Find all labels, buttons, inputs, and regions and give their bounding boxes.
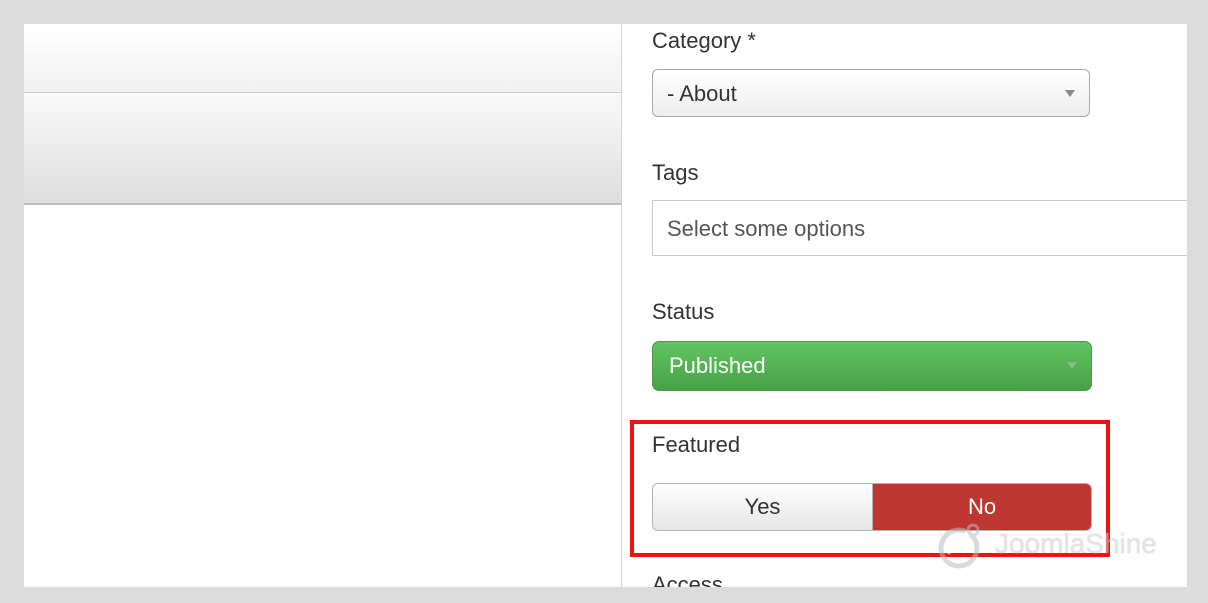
tags-input[interactable]: Select some options bbox=[652, 200, 1187, 256]
tags-label: Tags bbox=[652, 160, 699, 185]
tab-bar-top bbox=[24, 24, 622, 93]
status-value: Published bbox=[669, 353, 766, 378]
chevron-down-icon bbox=[1067, 362, 1077, 369]
featured-label: Featured bbox=[652, 432, 741, 457]
joomlashine-logo-icon bbox=[938, 523, 980, 569]
left-column bbox=[24, 24, 622, 587]
access-label: Access bbox=[652, 572, 723, 587]
chevron-down-icon bbox=[1065, 90, 1075, 97]
details-sidebar: Category * - About Tags Select some opti… bbox=[622, 24, 1187, 587]
status-select[interactable]: Published bbox=[652, 341, 1092, 391]
watermark-text: JoomlaShine bbox=[995, 528, 1157, 559]
status-label: Status bbox=[652, 299, 715, 324]
category-value: - About bbox=[667, 81, 737, 106]
category-select[interactable]: - About bbox=[652, 69, 1090, 117]
tags-placeholder: Select some options bbox=[667, 216, 866, 241]
editor-panel: Category * - About Tags Select some opti… bbox=[24, 24, 1187, 587]
featured-yes-button[interactable]: Yes bbox=[653, 484, 873, 530]
tab-bar bbox=[24, 93, 622, 205]
watermark: JoomlaShine bbox=[935, 522, 1160, 570]
category-label: Category * bbox=[652, 28, 756, 53]
